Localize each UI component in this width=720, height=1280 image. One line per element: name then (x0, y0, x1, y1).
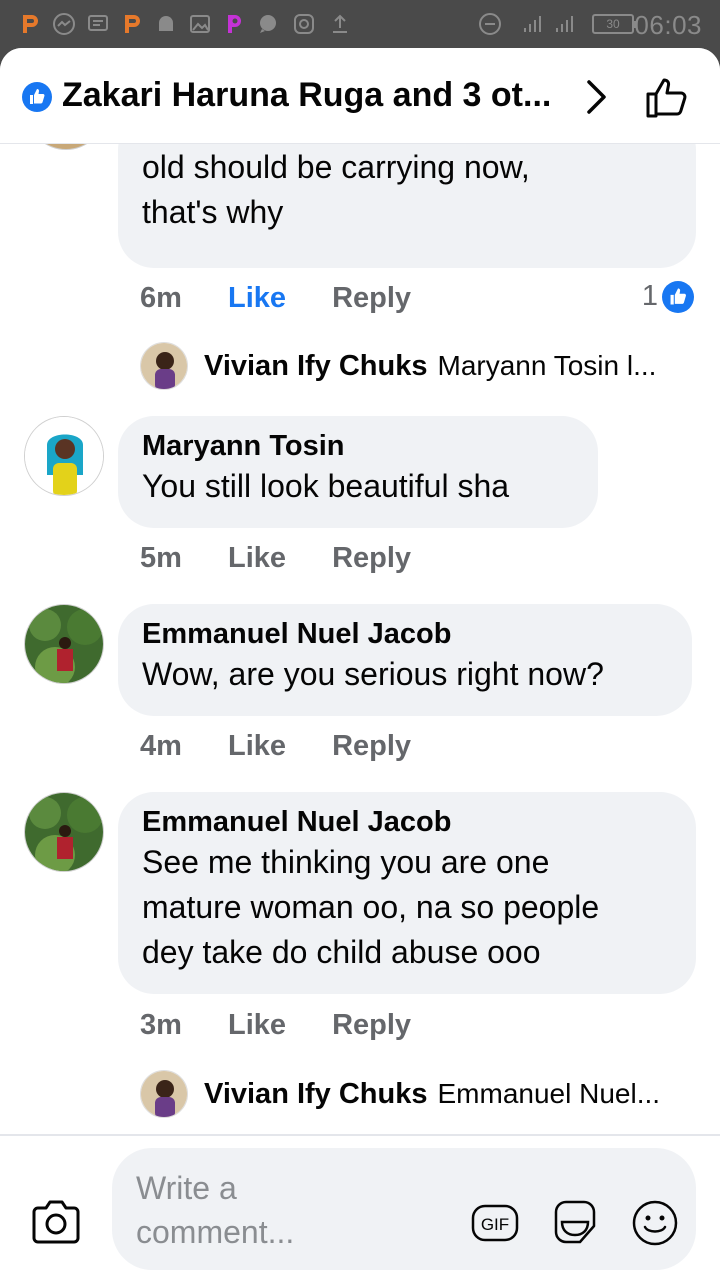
messenger-notification-icon (53, 13, 75, 35)
comment-time: 3m (140, 1009, 182, 1041)
chevron-right-icon[interactable] (584, 78, 610, 116)
avatar (140, 1070, 188, 1118)
comment-actions: 3m Like Reply (140, 1009, 449, 1042)
reply-preview[interactable]: Vivian Ify Chuks Emmanuel Nuel... (140, 1070, 660, 1118)
like-reaction-icon (662, 280, 694, 313)
comment-bubble[interactable]: Emmanuel Nuel Jacob See me thinking you … (118, 792, 696, 994)
reply-snippet: Maryann Tosin l... (437, 350, 657, 381)
reply-button[interactable]: Reply (332, 542, 411, 574)
avatar[interactable] (24, 792, 104, 872)
reply-author: Vivian Ify Chuks (204, 349, 428, 382)
comment-bubble[interactable]: You are carrying what a 30 year old shou… (118, 144, 696, 268)
comment-composer: Write a comment... GIF (0, 1134, 720, 1280)
gif-label: GIF (481, 1215, 509, 1234)
reply-snippet: Emmanuel Nuel... (437, 1078, 661, 1109)
upload-notification-icon (333, 14, 347, 33)
app-notification-icon (23, 15, 38, 33)
signal-icon-2 (556, 16, 573, 32)
comment-bubble[interactable]: Emmanuel Nuel Jacob Wow, are you serious… (118, 604, 692, 716)
camera-icon[interactable] (30, 1198, 82, 1246)
reaction-count-number: 1 (641, 280, 658, 312)
reply-button[interactable]: Reply (332, 282, 411, 314)
comment-time: 6m (140, 282, 182, 314)
message-notification-icon (88, 15, 108, 31)
comment-text: You still look beautiful sha (142, 468, 510, 504)
comment-text: You are carrying what a 30 year old shou… (142, 149, 530, 230)
comment-input-placeholder: Write a comment... (136, 1170, 295, 1250)
do-not-disturb-icon (479, 13, 501, 35)
comment-author[interactable]: Emmanuel Nuel Jacob (142, 804, 672, 840)
chat-notification-icon (260, 15, 276, 33)
reaction-count[interactable]: 1 (642, 280, 694, 313)
comment-actions: 6m Like Reply (140, 282, 449, 315)
image-notification-icon (190, 15, 210, 33)
thumbs-up-icon[interactable] (644, 74, 690, 120)
avatar (140, 342, 188, 390)
reactions-header[interactable]: Zakari Haruna Ruga and 3 ot... (0, 48, 720, 144)
comment-time: 5m (140, 542, 182, 574)
like-reaction-icon (22, 82, 52, 112)
android-notification-icon (159, 16, 173, 31)
reply-button[interactable]: Reply (332, 730, 411, 762)
like-button[interactable]: Like (228, 282, 286, 314)
avatar[interactable] (26, 144, 106, 150)
emoji-icon[interactable] (630, 1198, 680, 1248)
comments-sheet: Zakari Haruna Ruga and 3 ot... You are c… (0, 48, 720, 1280)
reply-author: Vivian Ify Chuks (204, 1077, 428, 1110)
status-time: 06:03 (634, 10, 702, 40)
comment-time: 4m (140, 730, 182, 762)
reactors-title[interactable]: Zakari Haruna Ruga and 3 ot... (62, 76, 551, 115)
comment-input[interactable]: Write a comment... GIF (112, 1148, 696, 1270)
comments-list[interactable]: You are carrying what a 30 year old shou… (0, 144, 720, 1134)
avatar[interactable] (24, 604, 104, 684)
status-bar: 30 06:03 (0, 0, 720, 48)
like-button[interactable]: Like (228, 1009, 286, 1041)
gif-icon[interactable]: GIF (470, 1198, 520, 1248)
comment-bubble[interactable]: Maryann Tosin You still look beautiful s… (118, 416, 598, 528)
comment-author[interactable]: Maryann Tosin (142, 428, 574, 464)
avatar[interactable] (24, 416, 104, 496)
comment-text: See me thinking you are one mature woman… (142, 844, 600, 970)
sticker-icon[interactable] (550, 1198, 600, 1248)
battery-indicator: 30 (592, 14, 637, 34)
comment-actions: 5m Like Reply (140, 542, 449, 575)
reply-button[interactable]: Reply (332, 1009, 411, 1041)
like-button[interactable]: Like (228, 542, 286, 574)
reply-preview[interactable]: Vivian Ify Chuks Maryann Tosin l... (140, 342, 656, 390)
instagram-notification-icon (294, 14, 314, 34)
picsart-notification-icon (228, 15, 241, 33)
comment-text: Wow, are you serious right now? (142, 656, 604, 692)
like-button[interactable]: Like (228, 730, 286, 762)
comment-actions: 4m Like Reply (140, 730, 449, 763)
signal-icon (524, 16, 541, 32)
comment-author[interactable]: Emmanuel Nuel Jacob (142, 616, 668, 652)
app-notification-icon (125, 15, 140, 33)
